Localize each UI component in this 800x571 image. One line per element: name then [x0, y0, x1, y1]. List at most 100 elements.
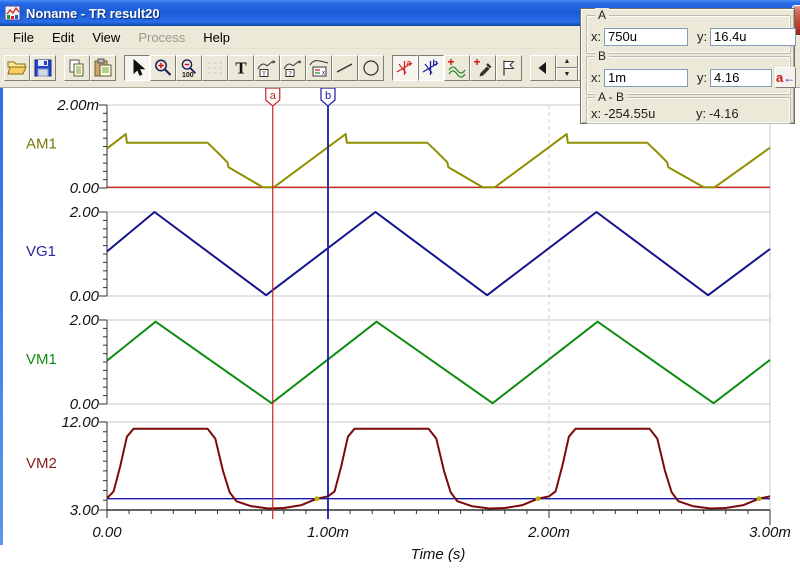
line-icon [334, 57, 356, 79]
zoom-in-button[interactable] [150, 55, 176, 81]
marker-button[interactable] [496, 55, 522, 81]
y-min-label: 0.00 [70, 180, 100, 197]
menu-edit[interactable]: Edit [43, 28, 83, 47]
diff-x-value: -254.55u [604, 106, 656, 121]
spin-down-icon[interactable]: ▼ [556, 68, 578, 81]
svg-text:T: T [235, 59, 247, 78]
svg-text:x: x [322, 71, 325, 77]
nav-left-icon [532, 57, 554, 79]
legend-button[interactable]: x [306, 55, 332, 81]
nav-left-button[interactable] [530, 55, 556, 81]
menu-process: Process [138, 29, 186, 45]
diff-y-value: -4.16 [709, 106, 739, 121]
x-tick-label: 3.00m [749, 524, 791, 541]
spin-up-icon[interactable]: ▲ [556, 55, 578, 68]
curve-AM1 [106, 133, 771, 189]
probe-button[interactable]: + [470, 55, 496, 81]
copy-icon [66, 57, 88, 79]
window-title: Noname - TR result20 [26, 5, 160, 21]
save-button[interactable] [30, 55, 56, 81]
diff-x-label: x: [591, 106, 602, 121]
folder-open-icon [6, 57, 28, 79]
cursor-a-group-label: A [595, 8, 610, 22]
a-y-field[interactable] [710, 27, 796, 46]
cursor-a-icon: a [394, 57, 416, 79]
menu-help[interactable]: Help [194, 28, 239, 47]
jump-to-a-button[interactable]: a ← [775, 67, 797, 88]
diff-y-label: y: [696, 106, 707, 121]
cursor-diff-group: A - B x: -254.55u y: -4.16 [586, 90, 791, 124]
svg-text:a: a [407, 58, 412, 68]
y-min-label: 0.00 [70, 288, 100, 305]
curve-VG1 [106, 211, 771, 297]
paste-button[interactable] [90, 55, 116, 81]
cursor-b-icon: b [420, 57, 442, 79]
signal-label-VM2: VM2 [26, 455, 57, 472]
ellipse-icon [360, 57, 382, 79]
cursor-a[interactable]: a [265, 87, 281, 519]
add-curves-icon: + [446, 57, 468, 79]
b-x-label: x: [591, 70, 602, 85]
copy-button[interactable] [64, 55, 90, 81]
diff-group-label: A - B [595, 90, 628, 104]
zoom-100-icon: 100 [178, 57, 200, 79]
b-x-field[interactable] [604, 68, 688, 87]
menu-view[interactable]: View [83, 28, 129, 47]
signal-label-VM1: VM1 [26, 351, 57, 368]
svg-text:100: 100 [182, 72, 194, 79]
text-button[interactable]: T [228, 55, 254, 81]
crossing-marker [314, 496, 320, 502]
ellipse-button[interactable] [358, 55, 384, 81]
svg-text:a: a [270, 90, 277, 102]
y-max-label: 2.00 [69, 312, 100, 329]
open-button[interactable] [4, 55, 30, 81]
marker-icon [498, 57, 520, 79]
x-tick-label: 1.00m [307, 524, 349, 541]
y-max-label: 2.00 [69, 204, 100, 221]
probe-icon: + [472, 57, 494, 79]
paste-icon [92, 57, 114, 79]
cursor-a-button[interactable]: a [392, 55, 418, 81]
b-y-label: y: [697, 70, 708, 85]
svg-text:b: b [325, 90, 331, 102]
crossing-marker [535, 496, 541, 502]
x-tick-label: 2.00m [527, 524, 570, 541]
cursor-b-group-label: B [595, 49, 610, 63]
add-curves-button[interactable]: + [444, 55, 470, 81]
y-min-label: 0.00 [70, 396, 100, 413]
grid-icon [204, 57, 226, 79]
svg-text:T: T [262, 71, 266, 78]
y-min-label: 3.00 [70, 502, 100, 519]
nav-spinner[interactable]: ▲ ▼ [556, 55, 578, 81]
signal-label-AM1: AM1 [26, 136, 57, 153]
window-left-border [0, 88, 3, 545]
menu-file[interactable]: File [4, 28, 43, 47]
zoom-100-button[interactable]: 100 [176, 55, 202, 81]
app-window: 2.00m 0.00 AM1 2.00 0.00 VG1 2.00 0.00 VM1 12.00 3… [0, 0, 800, 571]
save-icon [32, 57, 54, 79]
curve-label-icon: T [256, 57, 278, 79]
grid-button [202, 55, 228, 81]
curve-label-button[interactable]: T [254, 55, 280, 81]
a-x-label: x: [591, 29, 602, 44]
a-y-label: y: [697, 29, 708, 44]
cursor-b-button[interactable]: b [418, 55, 444, 81]
window-icon [4, 5, 21, 21]
cursor-b[interactable]: b [320, 87, 336, 519]
a-x-field[interactable] [604, 27, 688, 46]
curve-query-button[interactable]: ? [280, 55, 306, 81]
y-max-label: 12.00 [61, 414, 99, 431]
curve-query-icon: ? [282, 57, 304, 79]
text-icon: T [230, 57, 252, 79]
b-y-field[interactable] [710, 68, 772, 87]
curve-VM1 [106, 320, 771, 405]
x-tick-label: 0.00 [92, 524, 122, 541]
cursor-readout-panel: A x: y: B x: y: a ← A - B [580, 8, 797, 124]
pointer-icon [126, 57, 148, 79]
zoom-in-icon [152, 57, 174, 79]
pointer-button[interactable] [124, 55, 150, 81]
cursor-a-group: A x: y: [586, 8, 796, 54]
signal-label-VG1: VG1 [26, 243, 56, 260]
crossing-marker [756, 496, 762, 502]
line-button[interactable] [332, 55, 358, 81]
